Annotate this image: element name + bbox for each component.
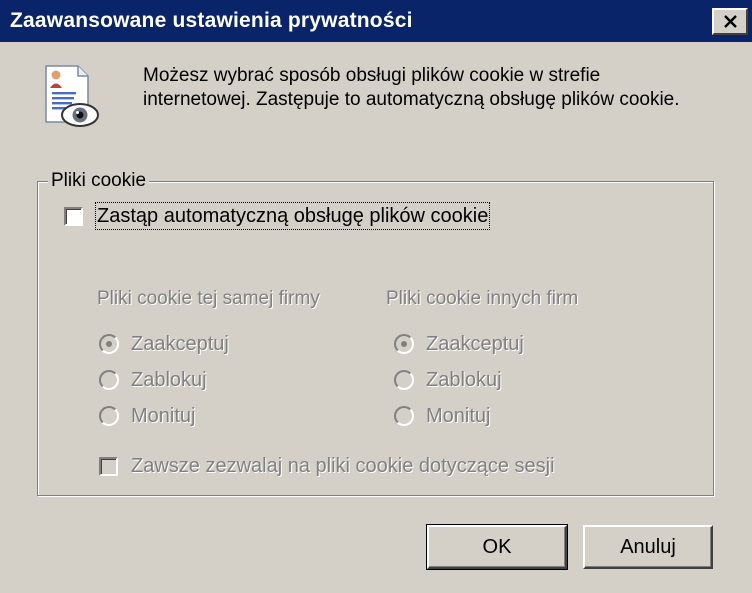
first-party-prompt-radio[interactable] xyxy=(99,406,119,426)
first-party-heading: Pliki cookie tej samej firmy xyxy=(97,288,320,309)
ok-button-label: OK xyxy=(482,536,512,558)
privacy-document-eye-icon xyxy=(45,65,99,127)
session-cookies-checkbox[interactable] xyxy=(99,457,118,476)
window-title: Zaawansowane ustawienia prywatności xyxy=(10,9,413,32)
close-icon xyxy=(724,15,737,28)
third-party-accept-label[interactable]: Zaakceptuj xyxy=(426,332,524,356)
third-party-block-radio[interactable] xyxy=(394,370,414,390)
cancel-button-label: Anuluj xyxy=(620,536,676,558)
first-party-accept-label[interactable]: Zaakceptuj xyxy=(131,332,229,356)
first-party-block-label[interactable]: Zablokuj xyxy=(131,368,207,392)
third-party-prompt-radio[interactable] xyxy=(394,406,414,426)
third-party-block-label[interactable]: Zablokuj xyxy=(426,368,502,392)
first-party-prompt-label[interactable]: Monituj xyxy=(131,404,195,428)
cancel-button[interactable]: Anuluj xyxy=(583,525,713,569)
close-button[interactable] xyxy=(712,8,748,35)
first-party-block-radio[interactable] xyxy=(99,370,119,390)
ok-button[interactable]: OK xyxy=(426,524,568,570)
override-label[interactable]: Zastąp automatyczną obsługę plików cooki… xyxy=(94,202,491,230)
first-party-accept-radio[interactable] xyxy=(99,334,119,354)
third-party-accept-radio[interactable] xyxy=(394,334,414,354)
third-party-heading: Pliki cookie innych firm xyxy=(386,288,579,309)
title-bar: Zaawansowane ustawienia prywatności xyxy=(0,0,752,42)
override-checkbox[interactable] xyxy=(64,207,83,226)
privacy-settings-dialog: Zaawansowane ustawienia prywatności Może… xyxy=(0,0,752,593)
third-party-prompt-label[interactable]: Monituj xyxy=(426,404,490,428)
session-cookies-label[interactable]: Zawsze zezwalaj na pliki cookie dotycząc… xyxy=(131,454,555,478)
intro-text: Możesz wybrać sposób obsługi plików cook… xyxy=(143,65,680,110)
groupbox-legend: Pliki cookie xyxy=(48,169,150,193)
